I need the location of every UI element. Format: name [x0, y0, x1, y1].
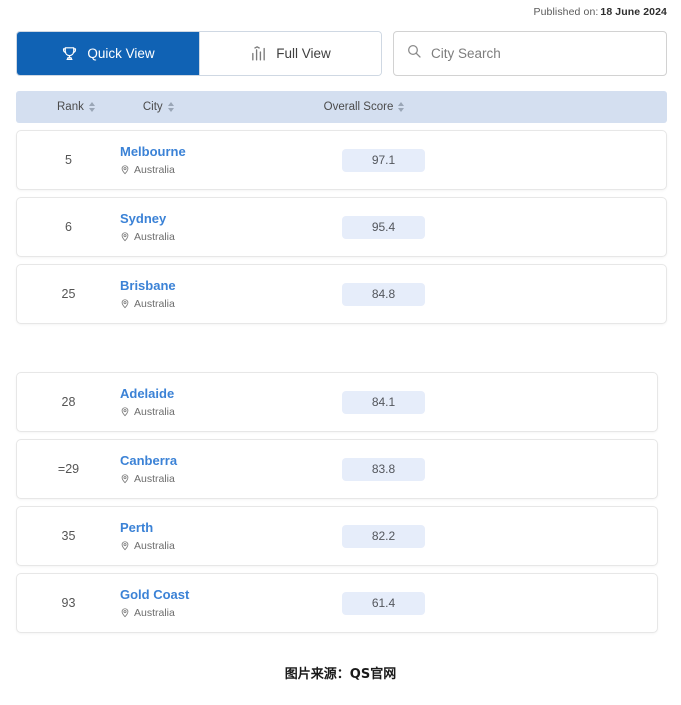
row-score-cell: 83.8 [342, 457, 425, 481]
row-city-cell: Adelaide Australia [120, 386, 342, 417]
location-pin-icon [120, 164, 130, 175]
row-country: Australia [120, 540, 342, 552]
row-country: Australia [120, 298, 342, 310]
table-row[interactable]: 5 Melbourne Australia 97.1 [16, 130, 667, 190]
location-pin-icon [120, 231, 130, 242]
row-country-label: Australia [134, 163, 175, 176]
table-row[interactable]: 28 Adelaide Australia 84.1 [16, 372, 658, 432]
row-country-label: Australia [134, 405, 175, 418]
search-input[interactable] [431, 46, 654, 61]
table-row[interactable]: 93 Gold Coast Australia 61.4 [16, 573, 658, 633]
search-icon [406, 43, 422, 64]
score-pill: 84.8 [342, 282, 425, 306]
city-search-box[interactable] [393, 31, 667, 76]
sort-icon[interactable] [167, 102, 174, 112]
sort-icon[interactable] [398, 102, 405, 112]
column-header-rank-label: Rank [57, 101, 84, 113]
column-header-city-label: City [142, 101, 163, 113]
ranking-page: Published on: 18 June 2024 Quick View Fu… [0, 0, 681, 705]
city-link[interactable]: Canberra [120, 453, 342, 469]
location-pin-icon [120, 473, 130, 484]
row-rank: 93 [61, 596, 76, 610]
row-score-cell: 97.1 [342, 148, 425, 172]
row-score-cell: 84.8 [342, 282, 425, 306]
table-row[interactable]: 25 Brisbane Australia 84.8 [16, 264, 667, 324]
row-score-cell: 82.2 [342, 524, 425, 548]
tab-full-view[interactable]: Full View [199, 32, 381, 75]
row-rank: 5 [65, 153, 72, 167]
published-label: Published on: [533, 6, 599, 18]
row-country: Australia [120, 406, 342, 418]
score-pill: 61.4 [342, 591, 425, 615]
row-country: Australia [120, 607, 342, 619]
column-header-overall-score[interactable]: Overall Score [324, 101, 405, 113]
column-header-overall-score-label: Overall Score [323, 101, 394, 113]
row-rank: 35 [61, 529, 76, 543]
score-pill: 97.1 [342, 148, 425, 172]
column-header-city[interactable]: City [143, 101, 174, 113]
row-city-cell: Sydney Australia [120, 211, 342, 242]
score-pill: 83.8 [342, 457, 425, 481]
score-pill: 84.1 [342, 390, 425, 414]
row-country-label: Australia [134, 230, 175, 243]
row-score-cell: 95.4 [342, 215, 425, 239]
row-rank: 28 [61, 395, 76, 409]
row-score-cell: 84.1 [342, 390, 425, 414]
location-pin-icon [120, 607, 130, 618]
table-row[interactable]: =29 Canberra Australia 83.8 [16, 439, 658, 499]
row-country: Australia [120, 231, 342, 243]
row-city-cell: Brisbane Australia [120, 278, 342, 309]
location-pin-icon [120, 298, 130, 309]
row-city-cell: Melbourne Australia [120, 144, 342, 175]
city-link[interactable]: Adelaide [120, 386, 342, 402]
row-country-label: Australia [134, 606, 175, 619]
sort-icon[interactable] [88, 102, 95, 112]
row-country: Australia [120, 473, 342, 485]
column-header-rank[interactable]: Rank [57, 101, 95, 113]
bar-chart-icon [250, 45, 267, 62]
city-link[interactable]: Sydney [120, 211, 342, 227]
row-country: Australia [120, 164, 342, 176]
row-score-cell: 61.4 [342, 591, 425, 615]
ranking-rows-group-top: 5 Melbourne Australia 97.1 6 Sydney Aust… [16, 130, 667, 331]
image-source-caption: 图片来源：QS官网 [284, 667, 397, 682]
city-link[interactable]: Melbourne [120, 144, 342, 160]
table-header-row: Rank City Overall Score [16, 91, 667, 123]
view-tab-group: Quick View Full View [16, 31, 382, 76]
row-country-label: Australia [134, 297, 175, 310]
row-rank: =29 [57, 462, 80, 476]
published-date: 18 June 2024 [600, 6, 667, 18]
row-city-cell: Gold Coast Australia [120, 587, 342, 618]
row-country-label: Australia [134, 539, 175, 552]
tab-full-view-label: Full View [276, 46, 331, 61]
ranking-rows-group-bottom: 28 Adelaide Australia 84.1 =29 Canberra … [16, 372, 658, 640]
city-link[interactable]: Perth [120, 520, 342, 536]
row-rank: 25 [61, 287, 76, 301]
row-city-cell: Canberra Australia [120, 453, 342, 484]
tab-quick-view[interactable]: Quick View [17, 32, 199, 75]
table-row[interactable]: 35 Perth Australia 82.2 [16, 506, 658, 566]
row-rank: 6 [65, 220, 72, 234]
row-country-label: Australia [134, 472, 175, 485]
trophy-icon [61, 45, 78, 62]
controls-bar: Quick View Full View [16, 31, 667, 76]
tab-quick-view-label: Quick View [87, 46, 155, 61]
location-pin-icon [120, 406, 130, 417]
published-on: Published on: 18 June 2024 [533, 6, 667, 18]
score-pill: 82.2 [342, 524, 425, 548]
city-link[interactable]: Brisbane [120, 278, 342, 294]
city-link[interactable]: Gold Coast [120, 587, 342, 603]
score-pill: 95.4 [342, 215, 425, 239]
row-city-cell: Perth Australia [120, 520, 342, 551]
location-pin-icon [120, 540, 130, 551]
table-row[interactable]: 6 Sydney Australia 95.4 [16, 197, 667, 257]
